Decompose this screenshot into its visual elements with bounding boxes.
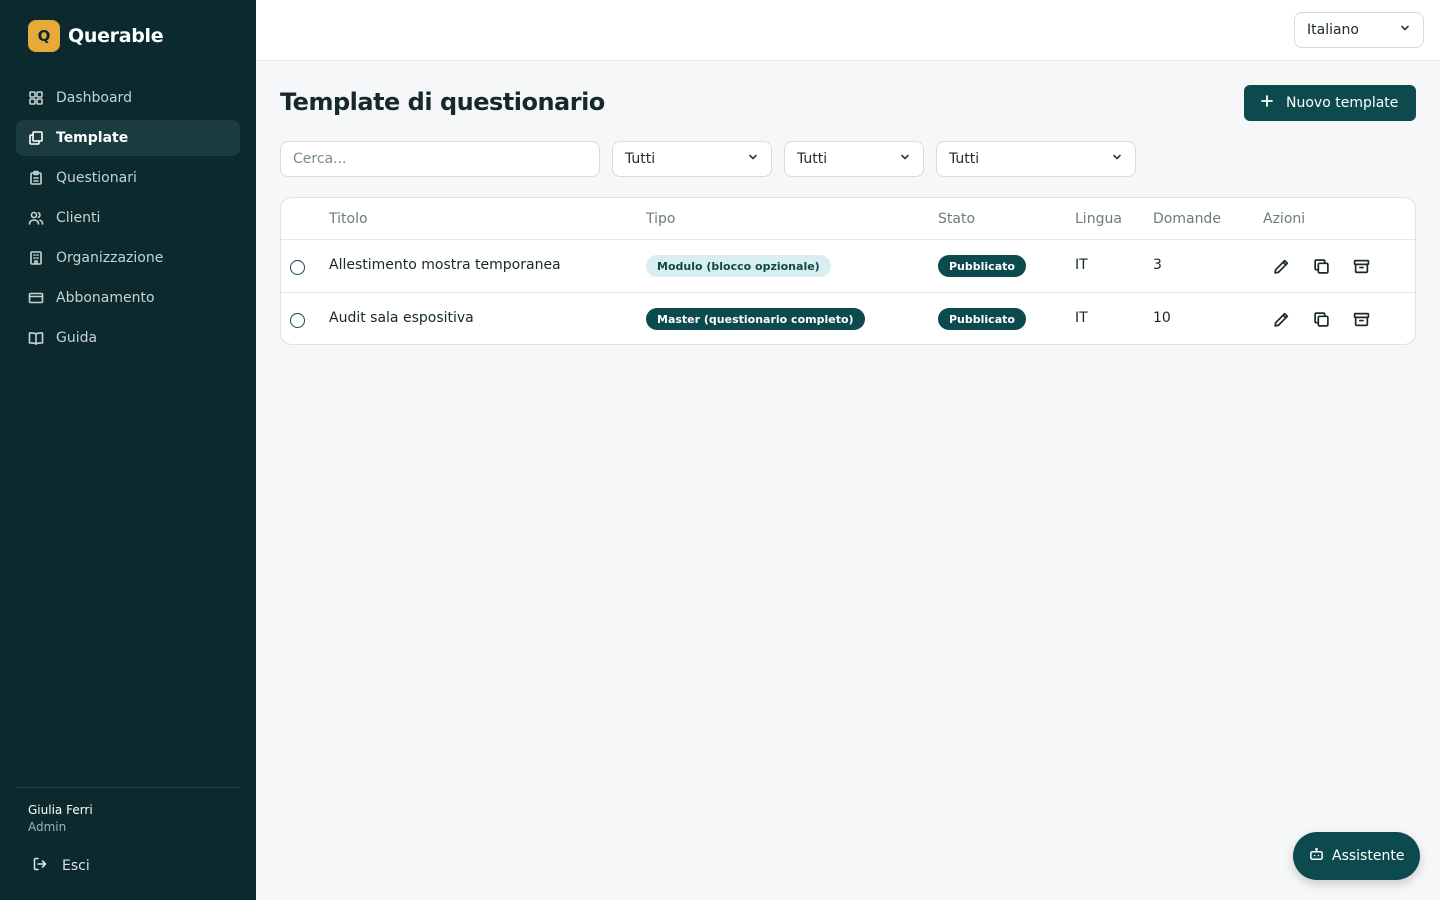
clipboard-icon <box>28 170 44 186</box>
page-title: Template di questionario <box>280 88 605 116</box>
brand-name: Querable <box>68 25 164 47</box>
book-icon <box>28 330 44 346</box>
row-title[interactable]: Audit sala espositiva <box>329 310 474 326</box>
robot-icon <box>1309 847 1324 866</box>
dashboard-icon <box>28 90 44 106</box>
status-filter-select[interactable]: Tutti <box>784 141 924 177</box>
sidebar-nav: Dashboard Template Questionari Clienti O… <box>16 80 240 360</box>
copy-icon <box>1313 311 1329 327</box>
new-template-label: Nuovo template <box>1286 95 1399 111</box>
column-header-domande[interactable]: Domande <box>1153 211 1221 227</box>
sidebar-item-label: Abbonamento <box>56 290 155 306</box>
row-select-radio[interactable] <box>290 313 305 328</box>
chevron-down-icon <box>747 151 759 167</box>
assistant-button[interactable]: Assistente <box>1293 832 1420 880</box>
search-input[interactable] <box>280 141 600 177</box>
building-icon <box>28 250 44 266</box>
user-name: Giulia Ferri <box>28 803 93 817</box>
archive-icon <box>1353 259 1369 273</box>
chevron-down-icon <box>1399 22 1411 38</box>
brand[interactable]: Q Querable <box>28 20 164 52</box>
sidebar-item-clienti[interactable]: Clienti <box>16 200 240 236</box>
archive-icon <box>1353 312 1369 326</box>
template-icon <box>28 130 44 146</box>
archive-button[interactable] <box>1349 307 1373 331</box>
pencil-icon <box>1273 259 1288 274</box>
pencil-icon <box>1273 312 1288 327</box>
type-filter-select[interactable]: Tutti <box>612 141 772 177</box>
sidebar-item-template[interactable]: Template <box>16 120 240 156</box>
edit-button[interactable] <box>1269 254 1293 278</box>
row-questions-count: 10 <box>1153 310 1171 326</box>
assistant-label: Assistente <box>1332 848 1405 864</box>
column-header-stato[interactable]: Stato <box>938 211 975 227</box>
table-row[interactable]: Audit sala espositiva Master (questionar… <box>281 293 1415 344</box>
sidebar-item-label: Questionari <box>56 170 137 186</box>
templates-table: Titolo Tipo Stato Lingua Domande Azioni … <box>280 197 1416 345</box>
row-select-radio[interactable] <box>290 260 305 275</box>
user-role: Admin <box>28 820 67 834</box>
sidebar: Q Querable Dashboard Template Questionar… <box>0 0 256 900</box>
column-header-tipo[interactable]: Tipo <box>646 211 675 227</box>
logout-icon <box>32 856 48 876</box>
row-language: IT <box>1075 257 1088 273</box>
sidebar-item-label: Clienti <box>56 210 101 226</box>
language-value: Italiano <box>1307 22 1359 38</box>
column-header-lingua[interactable]: Lingua <box>1075 211 1122 227</box>
sidebar-item-label: Organizzazione <box>56 250 164 266</box>
filter-value: Tutti <box>797 151 828 167</box>
sidebar-item-guida[interactable]: Guida <box>16 320 240 356</box>
credit-card-icon <box>28 290 44 306</box>
row-title[interactable]: Allestimento mostra temporanea <box>329 257 561 273</box>
logout-label: Esci <box>62 858 90 874</box>
duplicate-button[interactable] <box>1309 307 1333 331</box>
type-badge: Modulo (blocco opzionale) <box>646 255 831 277</box>
table-header: Titolo Tipo Stato Lingua Domande Azioni <box>281 198 1415 240</box>
brand-logo: Q <box>28 20 60 52</box>
duplicate-button[interactable] <box>1309 254 1333 278</box>
filter-value: Tutti <box>625 151 656 167</box>
plus-icon <box>1260 94 1274 112</box>
chevron-down-icon <box>1111 151 1123 167</box>
language-select[interactable]: Italiano <box>1294 12 1424 48</box>
row-language: IT <box>1075 310 1088 326</box>
logout-button[interactable]: Esci <box>16 850 240 882</box>
filter-value: Tutti <box>949 151 980 167</box>
topbar: Italiano <box>256 0 1440 61</box>
table-row[interactable]: Allestimento mostra temporanea Modulo (b… <box>281 240 1415 293</box>
sidebar-item-abbonamento[interactable]: Abbonamento <box>16 280 240 316</box>
column-header-azioni: Azioni <box>1263 211 1306 227</box>
users-icon <box>28 210 44 226</box>
copy-icon <box>1313 258 1329 274</box>
status-badge: Pubblicato <box>938 308 1026 330</box>
type-badge: Master (questionario completo) <box>646 308 865 330</box>
sidebar-item-label: Dashboard <box>56 90 132 106</box>
archive-button[interactable] <box>1349 254 1373 278</box>
sidebar-item-label: Guida <box>56 330 98 346</box>
edit-button[interactable] <box>1269 307 1293 331</box>
sidebar-item-organizzazione[interactable]: Organizzazione <box>16 240 240 276</box>
sidebar-item-label: Template <box>56 130 129 146</box>
new-template-button[interactable]: Nuovo template <box>1244 85 1416 121</box>
sidebar-item-dashboard[interactable]: Dashboard <box>16 80 240 116</box>
status-badge: Pubblicato <box>938 255 1026 277</box>
chevron-down-icon <box>899 151 911 167</box>
sidebar-item-questionari[interactable]: Questionari <box>16 160 240 196</box>
row-questions-count: 3 <box>1153 257 1162 273</box>
sidebar-divider <box>16 787 240 788</box>
column-header-titolo[interactable]: Titolo <box>329 211 368 227</box>
language-filter-select[interactable]: Tutti <box>936 141 1136 177</box>
